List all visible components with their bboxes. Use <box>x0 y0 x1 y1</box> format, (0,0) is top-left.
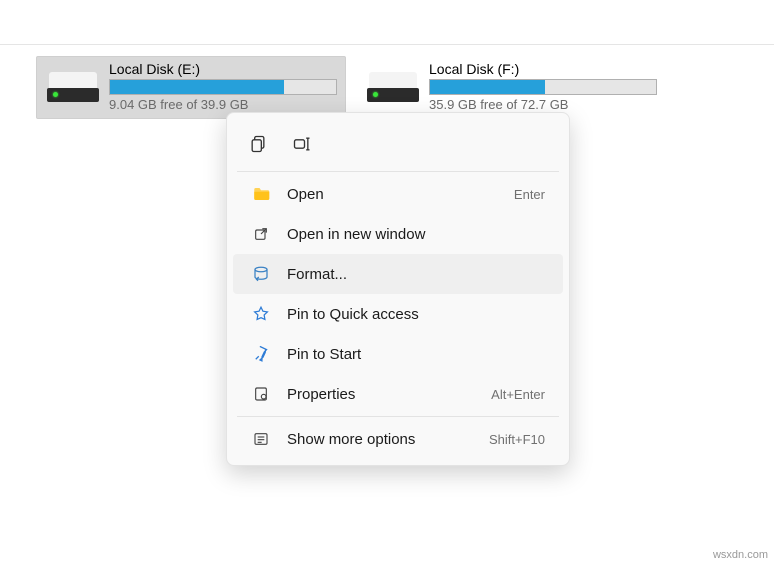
drive-label: Local Disk (F:) <box>429 61 657 77</box>
menu-label: Open in new window <box>287 226 545 243</box>
menu-pin-quick-access[interactable]: Pin to Quick access <box>233 294 563 334</box>
menu-label: Show more options <box>287 431 489 448</box>
menu-format[interactable]: Format... <box>233 254 563 294</box>
rename-icon[interactable] <box>285 127 319 161</box>
menu-action-bar <box>227 119 569 169</box>
drives-row: Local Disk (E:) 9.04 GB free of 39.9 GB … <box>36 56 754 119</box>
menu-label: Format... <box>287 266 545 283</box>
menu-separator <box>237 416 559 417</box>
menu-show-more[interactable]: Show more options Shift+F10 <box>233 419 563 459</box>
open-external-icon <box>251 224 271 244</box>
drive-info: Local Disk (F:) 35.9 GB free of 72.7 GB <box>429 61 657 112</box>
watermark: wsxdn.com <box>713 549 768 561</box>
context-menu: Open Enter Open in new window Format... … <box>226 112 570 466</box>
drive-info: Local Disk (E:) 9.04 GB free of 39.9 GB <box>109 61 337 112</box>
menu-pin-start[interactable]: Pin to Start <box>233 334 563 374</box>
menu-label: Pin to Start <box>287 346 545 363</box>
menu-open-new-window[interactable]: Open in new window <box>233 214 563 254</box>
drive-label: Local Disk (E:) <box>109 61 337 77</box>
drive-f[interactable]: Local Disk (F:) 35.9 GB free of 72.7 GB <box>356 56 666 119</box>
menu-separator <box>237 171 559 172</box>
menu-label: Open <box>287 186 514 203</box>
drive-usage-bar <box>429 79 657 95</box>
format-icon <box>251 264 271 284</box>
hdd-icon <box>45 72 101 102</box>
drive-space-text: 9.04 GB free of 39.9 GB <box>109 97 337 112</box>
pin-icon <box>251 344 271 364</box>
folder-icon <box>251 184 271 204</box>
hdd-icon <box>365 72 421 102</box>
copy-icon[interactable] <box>241 127 275 161</box>
menu-label: Pin to Quick access <box>287 306 545 323</box>
menu-open[interactable]: Open Enter <box>233 174 563 214</box>
menu-shortcut: Enter <box>514 187 545 202</box>
menu-label: Properties <box>287 386 491 403</box>
more-options-icon <box>251 429 271 449</box>
top-divider <box>0 44 774 45</box>
star-icon <box>251 304 271 324</box>
menu-properties[interactable]: Properties Alt+Enter <box>233 374 563 414</box>
menu-shortcut: Alt+Enter <box>491 387 545 402</box>
drive-space-text: 35.9 GB free of 72.7 GB <box>429 97 657 112</box>
drive-e[interactable]: Local Disk (E:) 9.04 GB free of 39.9 GB <box>36 56 346 119</box>
properties-icon <box>251 384 271 404</box>
drive-usage-bar <box>109 79 337 95</box>
menu-shortcut: Shift+F10 <box>489 432 545 447</box>
